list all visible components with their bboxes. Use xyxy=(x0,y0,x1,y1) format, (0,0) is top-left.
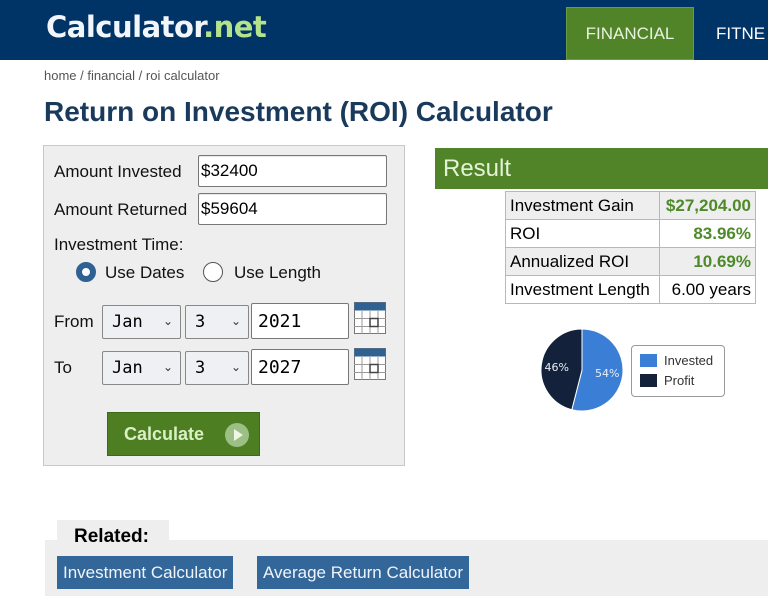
radio-use-dates-label[interactable]: Use Dates xyxy=(105,263,184,283)
related-link-investment-calculator[interactable]: Investment Calculator xyxy=(57,556,234,589)
result-value: 10.69% xyxy=(659,247,756,276)
from-month-select[interactable]: Jan ⌄ xyxy=(102,305,181,339)
calculate-button[interactable]: Calculate xyxy=(107,412,260,456)
site-logo[interactable]: Calculator.net xyxy=(46,10,267,44)
logo-main-text: Calculator xyxy=(46,10,204,44)
to-month-value: Jan xyxy=(112,358,143,378)
result-label: Investment Gain xyxy=(505,191,660,220)
play-arrow-icon xyxy=(225,423,249,447)
legend-item-profit: Profit xyxy=(640,373,694,388)
related-link-average-return-calculator[interactable]: Average Return Calculator xyxy=(257,556,470,589)
result-value: $27,204.00 xyxy=(659,191,756,220)
legend-label: Invested xyxy=(664,353,714,368)
chevron-down-icon: ⌄ xyxy=(162,314,173,328)
result-row: Investment Length 6.00 years xyxy=(505,275,756,304)
nav-tab-fitness[interactable]: FITNE xyxy=(716,7,765,60)
pie-chart: 54% 46% xyxy=(540,328,624,412)
calendar-icon[interactable] xyxy=(354,302,386,334)
amount-returned-input[interactable]: $59604 xyxy=(198,193,387,225)
result-label: Annualized ROI xyxy=(505,247,660,276)
page-title: Return on Investment (ROI) Calculator xyxy=(44,96,553,127)
calculate-button-label: Calculate xyxy=(124,423,205,444)
result-header: Result xyxy=(435,148,768,189)
to-year-input[interactable]: 2027 xyxy=(251,349,349,385)
input-panel: Amount Invested $32400 Amount Returned $… xyxy=(43,145,405,466)
chevron-down-icon: ⌄ xyxy=(162,360,173,374)
amount-returned-label: Amount Returned xyxy=(54,200,188,219)
result-label: Investment Length xyxy=(505,275,660,304)
amount-invested-input[interactable]: $32400 xyxy=(198,155,387,187)
calendar-icon[interactable] xyxy=(354,348,386,380)
result-row: ROI 83.96% xyxy=(505,219,756,248)
pie-label-profit: 46% xyxy=(545,361,569,374)
legend-swatch-profit xyxy=(640,374,657,387)
to-label: To xyxy=(54,358,72,377)
result-row: Annualized ROI 10.69% xyxy=(505,247,756,276)
to-month-select[interactable]: Jan ⌄ xyxy=(102,351,181,385)
radio-use-length[interactable] xyxy=(203,262,223,282)
radio-use-dates[interactable] xyxy=(76,262,96,282)
to-day-value: 3 xyxy=(195,358,206,378)
from-month-value: Jan xyxy=(112,312,143,332)
from-label: From xyxy=(54,312,94,331)
nav-tab-financial[interactable]: FINANCIAL xyxy=(566,7,694,60)
result-label: ROI xyxy=(505,219,660,248)
radio-use-length-label[interactable]: Use Length xyxy=(234,263,321,283)
legend-label: Profit xyxy=(664,373,695,388)
legend-swatch-invested xyxy=(640,354,657,367)
breadcrumb[interactable]: home / financial / roi calculator xyxy=(44,68,220,83)
from-year-input[interactable]: 2021 xyxy=(251,303,349,339)
result-value: 83.96% xyxy=(659,219,756,248)
pie-label-invested: 54% xyxy=(595,367,619,380)
related-title: Related: xyxy=(57,520,169,550)
chevron-down-icon: ⌄ xyxy=(230,314,241,328)
result-value: 6.00 years xyxy=(659,275,756,304)
amount-invested-label: Amount Invested xyxy=(54,162,182,181)
pie-legend: Invested Profit xyxy=(631,345,725,397)
chevron-down-icon: ⌄ xyxy=(230,360,241,374)
from-day-select[interactable]: 3 ⌄ xyxy=(185,305,249,339)
top-header: Calculator.net FINANCIAL FITNE xyxy=(0,0,768,60)
result-row: Investment Gain $27,204.00 xyxy=(505,191,756,220)
logo-suffix-text: .net xyxy=(203,10,267,44)
from-day-value: 3 xyxy=(195,312,206,332)
investment-time-label: Investment Time: xyxy=(54,235,184,254)
to-day-select[interactable]: 3 ⌄ xyxy=(185,351,249,385)
result-table: Investment Gain $27,204.00 ROI 83.96% An… xyxy=(505,191,756,304)
legend-item-invested: Invested xyxy=(640,353,713,368)
